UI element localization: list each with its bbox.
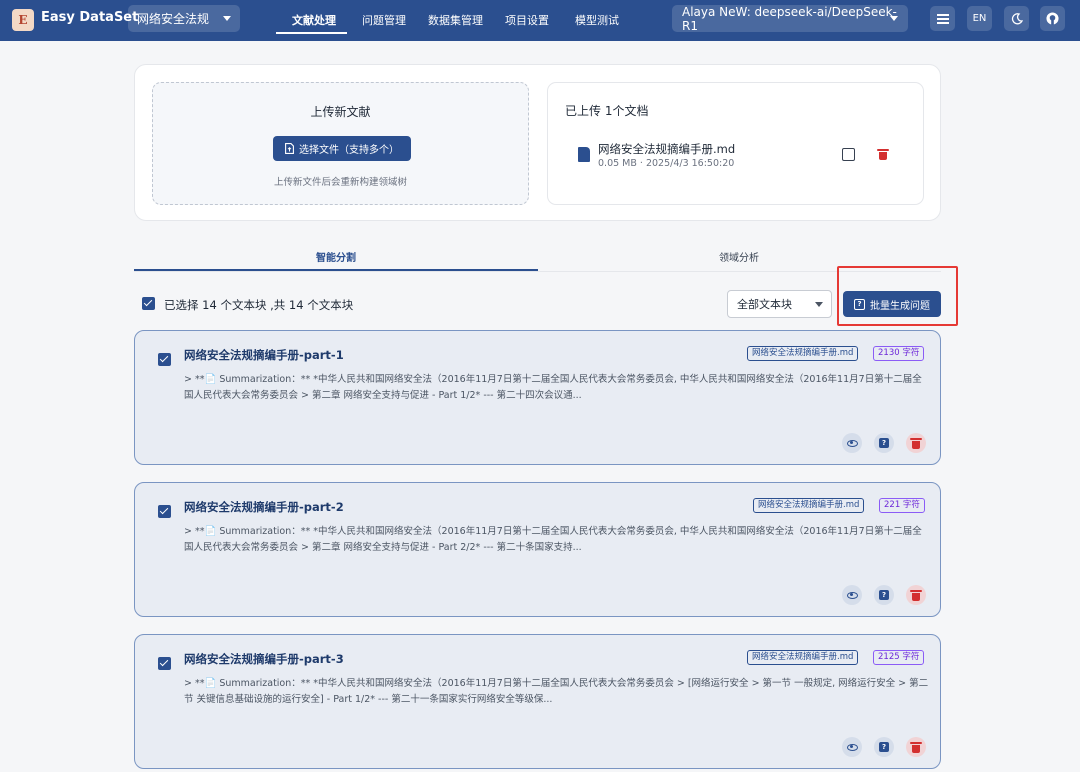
check-icon bbox=[159, 353, 169, 363]
moon-icon bbox=[1011, 12, 1023, 24]
eye-icon bbox=[846, 743, 858, 751]
nav-tab-project-settings[interactable]: 项目设置 bbox=[505, 12, 549, 28]
project-select[interactable]: 网络安全法规 bbox=[128, 5, 240, 32]
app-logo: E bbox=[12, 9, 34, 31]
chunk-filter-select[interactable]: 全部文本块 bbox=[727, 290, 832, 318]
model-select-value: Alaya NeW: deepseek-ai/DeepSeek-R1 bbox=[682, 4, 897, 33]
check-icon bbox=[159, 505, 169, 515]
chunk-size-tag: 221 字符 bbox=[879, 498, 925, 513]
model-select[interactable]: Alaya NeW: deepseek-ai/DeepSeek-R1 bbox=[672, 4, 908, 33]
tab-active-indicator bbox=[134, 269, 538, 271]
question-icon: ? bbox=[879, 742, 889, 752]
chunk-file-tag: 网络安全法规摘编手册.md bbox=[753, 498, 865, 513]
chevron-down-icon bbox=[223, 16, 231, 21]
choose-files-label: 选择文件（支持多个） bbox=[299, 145, 399, 156]
github-button[interactable] bbox=[1040, 6, 1065, 31]
chunk-checkbox[interactable] bbox=[158, 353, 171, 366]
question-icon: ? bbox=[879, 590, 889, 600]
trash-icon bbox=[910, 589, 922, 601]
theme-toggle-button[interactable] bbox=[1004, 6, 1029, 31]
uploaded-file-checkbox[interactable] bbox=[842, 148, 855, 161]
top-app-bar: E Easy DataSet 网络安全法规 文献处理 问题管理 数据集管理 项目… bbox=[0, 0, 1080, 41]
uploaded-files-panel: 已上传 1个文档 网络安全法规摘编手册.md 0.05 MB · 2025/4/… bbox=[547, 82, 924, 205]
view-chunk-button[interactable] bbox=[842, 737, 862, 757]
text-chunk-card[interactable]: 网络安全法规摘编手册-part-1 网络安全法规摘编手册.md 2130 字符 … bbox=[134, 330, 941, 465]
select-all-checkbox[interactable] bbox=[142, 297, 155, 310]
check-icon bbox=[159, 657, 169, 667]
nav-tab-literature[interactable]: 文献处理 bbox=[292, 12, 336, 28]
view-chunk-button[interactable] bbox=[842, 433, 862, 453]
nav-tab-model-test[interactable]: 模型测试 bbox=[575, 12, 619, 28]
tab-domain-analysis[interactable]: 领域分析 bbox=[719, 249, 759, 264]
chevron-down-icon bbox=[890, 16, 898, 21]
text-chunk-card[interactable]: 网络安全法规摘编手册-part-2 网络安全法规摘编手册.md 221 字符 >… bbox=[134, 482, 941, 617]
language-toggle-button[interactable]: EN bbox=[967, 6, 992, 31]
chunk-title: 网络安全法规摘编手册-part-1 bbox=[184, 348, 344, 362]
check-icon bbox=[143, 297, 153, 307]
chunk-summary: > **📄 Summarization：** *中华人民共和国网络安全法（201… bbox=[184, 678, 929, 705]
nav-tab-questions[interactable]: 问题管理 bbox=[362, 12, 406, 28]
choose-files-button[interactable]: 选择文件（支持多个） bbox=[273, 136, 411, 161]
eye-icon bbox=[846, 439, 858, 447]
document-icon bbox=[578, 147, 590, 162]
file-drop-zone[interactable]: 上传新文献 选择文件（支持多个） 上传新文件后会重新构建领域树 bbox=[152, 82, 529, 205]
upload-card: 上传新文献 选择文件（支持多个） 上传新文件后会重新构建领域树 已上传 1个文档… bbox=[134, 64, 941, 221]
generate-questions-button[interactable]: ? bbox=[874, 585, 894, 605]
trash-icon bbox=[910, 437, 922, 449]
github-icon bbox=[1046, 12, 1059, 25]
question-icon: ? bbox=[879, 438, 889, 448]
chunk-file-tag: 网络安全法规摘编手册.md bbox=[747, 346, 859, 361]
upload-hint: 上传新文件后会重新构建领域树 bbox=[273, 177, 407, 188]
chunk-summary: > **📄 Summarization：** *中华人民共和国网络安全法（201… bbox=[184, 526, 922, 553]
app-title: Easy DataSet bbox=[41, 10, 139, 25]
chunk-checkbox[interactable] bbox=[158, 657, 171, 670]
trash-icon bbox=[877, 149, 889, 151]
delete-chunk-button[interactable] bbox=[906, 737, 926, 757]
delete-chunk-button[interactable] bbox=[906, 433, 926, 453]
chunk-title: 网络安全法规摘编手册-part-2 bbox=[184, 500, 344, 514]
annotation-highlight-box bbox=[837, 266, 958, 326]
delete-chunk-button[interactable] bbox=[906, 585, 926, 605]
chevron-down-icon bbox=[815, 302, 823, 307]
selection-count: 已选择 14 个文本块 ,共 14 个文本块 bbox=[164, 298, 354, 312]
uploaded-files-title: 已上传 1个文档 bbox=[565, 104, 649, 118]
generate-questions-button[interactable]: ? bbox=[874, 737, 894, 757]
generate-questions-button[interactable]: ? bbox=[874, 433, 894, 453]
trash-icon bbox=[910, 741, 922, 753]
list-view-button[interactable] bbox=[930, 6, 955, 31]
chunk-filter-value: 全部文本块 bbox=[737, 298, 792, 311]
tabs-divider bbox=[134, 271, 941, 272]
file-upload-icon bbox=[285, 143, 294, 154]
uploaded-file-meta: 0.05 MB · 2025/4/3 16:50:20 bbox=[598, 158, 735, 169]
chunk-summary: > **📄 Summarization：** *中华人民共和国网络安全法（201… bbox=[184, 374, 922, 401]
chunk-size-tag: 2125 字符 bbox=[873, 650, 925, 665]
nav-active-indicator bbox=[276, 32, 347, 34]
chunk-file-tag: 网络安全法规摘编手册.md bbox=[747, 650, 859, 665]
chunk-size-tag: 2130 字符 bbox=[873, 346, 925, 361]
list-icon bbox=[936, 13, 949, 24]
project-select-value: 网络安全法规 bbox=[137, 12, 210, 26]
view-chunk-button[interactable] bbox=[842, 585, 862, 605]
upload-title: 上传新文献 bbox=[310, 105, 371, 119]
nav-tab-datasets[interactable]: 数据集管理 bbox=[428, 12, 483, 28]
chunk-checkbox[interactable] bbox=[158, 505, 171, 518]
text-chunk-card[interactable]: 网络安全法规摘编手册-part-3 网络安全法规摘编手册.md 2125 字符 … bbox=[134, 634, 941, 769]
delete-file-button[interactable] bbox=[877, 149, 889, 160]
eye-icon bbox=[846, 591, 858, 599]
tab-smart-split[interactable]: 智能分割 bbox=[316, 249, 356, 264]
chunk-title: 网络安全法规摘编手册-part-3 bbox=[184, 652, 344, 666]
uploaded-file-name[interactable]: 网络安全法规摘编手册.md bbox=[598, 141, 735, 157]
